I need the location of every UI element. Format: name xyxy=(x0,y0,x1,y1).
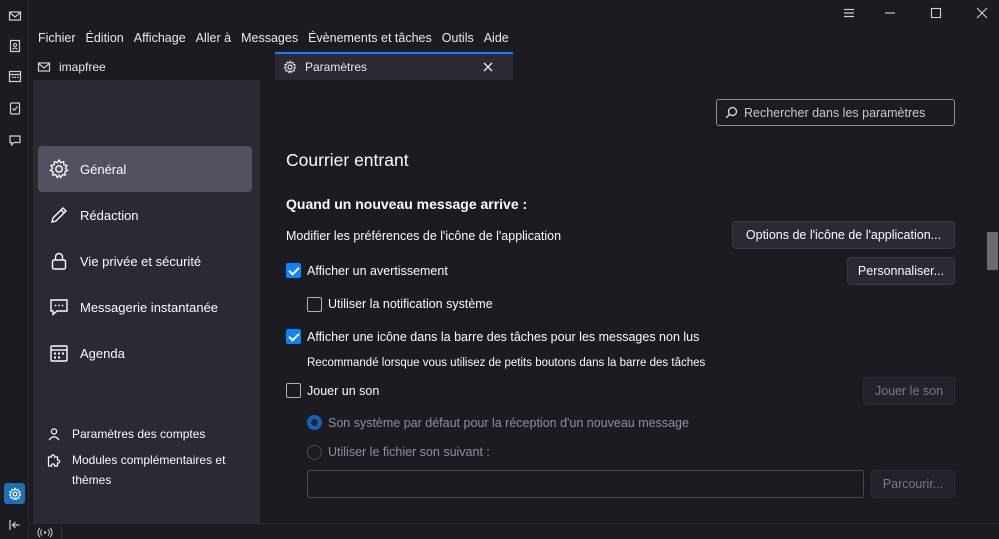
menu-view[interactable]: Affichage xyxy=(129,31,191,45)
tasks-space-button[interactable] xyxy=(4,97,25,118)
menu-help[interactable]: Aide xyxy=(479,31,514,45)
content-scrollbar[interactable] xyxy=(986,80,999,523)
status-bar xyxy=(29,523,999,539)
menu-bar: Fichier Édition Affichage Aller à Messag… xyxy=(29,26,999,50)
nav-privacy-security[interactable]: Vie privée et sécurité xyxy=(38,238,252,284)
show-alert-label[interactable]: Afficher un avertissement xyxy=(307,264,448,278)
calendar-icon xyxy=(50,345,68,362)
play-sound-checkbox[interactable] xyxy=(286,383,301,398)
search-icon xyxy=(725,106,738,119)
maximize-button[interactable] xyxy=(913,0,959,26)
settings-search-placeholder: Rechercher dans les paramètres xyxy=(744,105,926,120)
scrollbar-thumb[interactable] xyxy=(987,232,998,270)
calendar-icon xyxy=(8,70,21,82)
settings-search-input[interactable]: Rechercher dans les paramètres xyxy=(716,99,955,126)
minimize-button[interactable] xyxy=(867,0,913,26)
tab-settings[interactable]: Paramètres xyxy=(275,52,513,80)
pencil-icon xyxy=(51,207,67,223)
nav-account-settings-label: Paramètres des comptes xyxy=(72,427,206,441)
gear-icon xyxy=(283,60,297,74)
default-sound-radio[interactable] xyxy=(307,415,322,430)
settings-nav: Général Rédaction Vie privée et sécurité… xyxy=(33,80,260,523)
mail-icon xyxy=(8,10,21,21)
menu-edit[interactable]: Édition xyxy=(81,31,129,45)
address-book-icon xyxy=(9,39,20,52)
nav-account-settings[interactable]: Paramètres des comptes xyxy=(46,424,205,444)
nav-composition-label: Rédaction xyxy=(80,207,139,223)
menu-messages[interactable]: Messages xyxy=(236,31,303,45)
gear-icon xyxy=(49,158,69,179)
nav-addons-line2: thèmes xyxy=(72,473,112,487)
tasks-icon xyxy=(9,101,20,115)
app-icon-label: Modifier les préférences de l'icône de l… xyxy=(286,229,562,243)
menu-go[interactable]: Aller à xyxy=(191,31,236,45)
address-book-space-button[interactable] xyxy=(4,35,25,56)
custom-sound-radio[interactable] xyxy=(307,445,322,460)
nav-privacy-label: Vie privée et sécurité xyxy=(80,253,202,269)
system-notification-checkbox[interactable] xyxy=(307,297,322,312)
calendar-space-button[interactable] xyxy=(4,65,25,86)
spaces-toolbar xyxy=(0,0,29,539)
tab-mail-label: imapfree xyxy=(59,59,106,74)
chat-space-button[interactable] xyxy=(4,129,25,150)
section-title: Courrier entrant xyxy=(286,150,409,170)
chat-icon xyxy=(8,134,21,146)
nav-general-label: Général xyxy=(80,161,127,177)
tab-bar: imapfree Paramètres xyxy=(29,50,999,80)
section-subtitle: Quand un nouveau message arrive : xyxy=(286,196,528,212)
tab-settings-label: Paramètres xyxy=(305,60,368,74)
taskbar-icon-checkbox[interactable] xyxy=(286,329,301,344)
system-notification-label[interactable]: Utiliser la notification système xyxy=(328,297,493,311)
settings-content: Rechercher dans les paramètres Courrier … xyxy=(260,80,986,523)
account-icon xyxy=(48,428,60,441)
menu-events-tasks[interactable]: Évènements et tâches xyxy=(303,31,437,45)
gear-icon xyxy=(8,486,21,501)
tab-mail[interactable]: imapfree xyxy=(37,53,267,80)
menu-tools[interactable]: Outils xyxy=(437,31,479,45)
app-icon-options-button[interactable]: Options de l'icône de l'application... xyxy=(732,221,955,249)
nav-composition[interactable]: Rédaction xyxy=(38,192,252,238)
nav-chat-label: Messagerie instantanée xyxy=(80,299,219,315)
settings-space-button[interactable] xyxy=(4,483,25,504)
mail-folder-icon xyxy=(37,61,51,72)
nav-general[interactable]: Général xyxy=(38,146,252,192)
taskbar-icon-label[interactable]: Afficher une icône dans la barre des tâc… xyxy=(307,330,699,344)
nav-chat[interactable]: Messagerie instantanée xyxy=(38,284,252,330)
browse-button[interactable]: Parcourir... xyxy=(871,470,955,498)
nav-addons-themes[interactable]: Modules complémentaires et thèmes xyxy=(46,450,225,490)
customize-button[interactable]: Personnaliser... xyxy=(847,257,955,285)
lock-icon xyxy=(51,252,67,270)
taskbar-hint: Recommandé lorsque vous utilisez de peti… xyxy=(307,357,706,369)
show-alert-checkbox[interactable] xyxy=(286,263,301,278)
play-sound-label[interactable]: Jouer un son xyxy=(307,384,379,398)
app-menu-button[interactable] xyxy=(826,0,872,26)
collapse-spaces-button[interactable] xyxy=(4,514,25,535)
online-status-icon[interactable] xyxy=(37,527,53,538)
collapse-left-icon xyxy=(8,519,19,530)
nav-addons-label: Modules complémentaires et thèmes xyxy=(72,450,225,490)
hamburger-icon xyxy=(844,8,854,18)
default-sound-label[interactable]: Son système par défaut pour la réception… xyxy=(328,416,689,430)
custom-sound-label[interactable]: Utiliser le fichier son suivant : xyxy=(328,445,490,459)
close-icon xyxy=(976,7,988,19)
status-separator xyxy=(61,526,62,539)
nav-calendar[interactable]: Agenda xyxy=(38,330,252,376)
mail-space-button[interactable] xyxy=(4,5,25,26)
maximize-icon xyxy=(930,7,942,19)
play-sound-button[interactable]: Jouer le son xyxy=(863,377,955,405)
nav-addons-line1: Modules complémentaires et xyxy=(72,453,226,467)
puzzle-icon xyxy=(47,454,61,467)
close-tab-icon[interactable] xyxy=(481,60,495,74)
chat-icon xyxy=(50,299,68,317)
sound-file-input[interactable] xyxy=(307,470,864,498)
nav-calendar-label: Agenda xyxy=(80,345,125,361)
title-bar xyxy=(29,0,999,26)
close-window-button[interactable] xyxy=(959,0,999,26)
menu-file[interactable]: Fichier xyxy=(33,31,81,45)
minimize-icon xyxy=(885,12,895,14)
